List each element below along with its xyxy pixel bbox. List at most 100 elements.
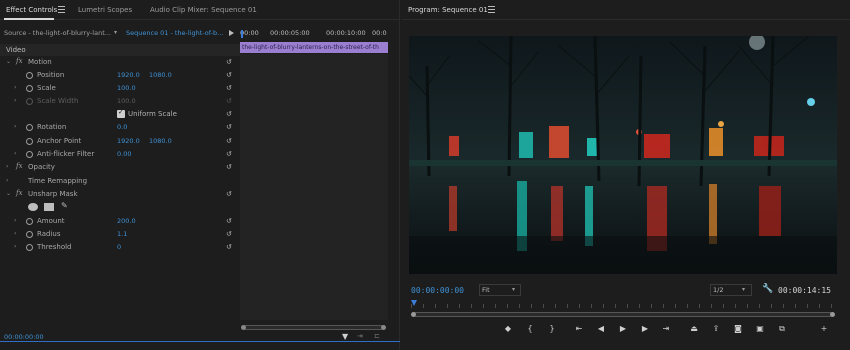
stopwatch-icon [26, 98, 33, 105]
position-y-value[interactable]: 1080.0 [149, 71, 172, 79]
tab-audio-clip-mixer[interactable]: Audio Clip Mixer: Sequence 01 [150, 6, 257, 14]
collapsed-caret-icon[interactable]: › [6, 163, 8, 170]
program-playhead[interactable] [411, 300, 417, 306]
uniform-scale-checkbox[interactable] [117, 108, 125, 118]
export-icon[interactable]: ⇥ [357, 332, 363, 340]
collapsed-caret-icon[interactable]: › [14, 230, 16, 237]
reset-icon[interactable]: ↺ [226, 137, 232, 145]
collapsed-caret-icon[interactable]: › [6, 177, 8, 184]
amount-row: › Amount 200.0 ↺ [0, 215, 240, 228]
scale-value[interactable]: 100.0 [117, 84, 136, 92]
motion-row[interactable]: ⌄ fx Motion ↺ [0, 56, 240, 69]
rotation-row: › Rotation 0.0 ↺ [0, 121, 240, 134]
opacity-row[interactable]: › fx Opacity ↺ [0, 161, 240, 174]
play-icon[interactable]: ▶ [616, 323, 630, 335]
lift-icon[interactable]: ⏏ [687, 323, 701, 335]
expanded-caret-icon[interactable]: ⌄ [6, 190, 11, 197]
clip-bar[interactable]: the-light-of-blurry-lanterns-on-the-stre… [240, 42, 388, 53]
collapsed-caret-icon[interactable]: › [14, 97, 16, 104]
fx-icon[interactable]: fx [16, 57, 23, 65]
program-current-timecode[interactable]: 00:00:00:00 [411, 286, 464, 295]
time-remapping-row[interactable]: › Time Remapping [0, 175, 240, 188]
stopwatch-icon[interactable] [26, 218, 33, 225]
program-duration: 00:00:14:15 [778, 286, 831, 295]
position-x-value[interactable]: 1920.0 [117, 71, 140, 79]
extract-icon[interactable]: ⇪ [709, 323, 723, 335]
amount-value[interactable]: 200.0 [117, 217, 136, 225]
multicam-icon[interactable]: ⧉ [775, 323, 789, 335]
add-marker-icon[interactable]: ◆ [501, 323, 515, 335]
stopwatch-icon[interactable] [26, 138, 33, 145]
toggle-audio-icon[interactable]: ⊏ [374, 332, 380, 340]
reset-icon[interactable]: ↺ [226, 71, 232, 79]
mark-out-icon[interactable]: } [545, 323, 559, 335]
uniform-scale-row: Uniform Scale ↺ [0, 108, 240, 121]
reset-icon[interactable]: ↺ [226, 58, 232, 66]
ec-timeline-ruler[interactable]: 00:00 00:00:05:00 00:00:10:00 00:0 [240, 28, 390, 42]
stopwatch-icon[interactable] [26, 231, 33, 238]
go-to-in-icon[interactable]: ⇤ [572, 323, 586, 335]
reset-icon[interactable]: ↺ [226, 150, 232, 158]
panel-menu-icon[interactable] [58, 6, 65, 13]
source-dropdown-icon[interactable]: ▾ [114, 29, 117, 36]
radius-value[interactable]: 1.1 [117, 230, 127, 238]
stopwatch-icon[interactable] [26, 85, 33, 92]
go-to-out-icon[interactable]: ⇥ [659, 323, 673, 335]
tab-lumetri-scopes[interactable]: Lumetri Scopes [78, 6, 132, 14]
rotation-value[interactable]: 0.0 [117, 123, 127, 131]
unsharp-mask-label: Unsharp Mask [28, 190, 78, 198]
reset-icon[interactable]: ↺ [226, 163, 232, 171]
tab-effect-controls[interactable]: Effect Controls [6, 6, 57, 14]
reset-icon[interactable]: ↺ [226, 123, 232, 131]
pen-mask-icon[interactable]: ✎ [61, 201, 68, 210]
ellipse-mask-icon[interactable] [28, 203, 38, 211]
filter-icon[interactable]: ▼ [342, 332, 348, 341]
collapsed-caret-icon[interactable]: › [14, 217, 16, 224]
add-button-icon[interactable]: + [817, 323, 831, 335]
fx-icon[interactable]: fx [16, 162, 23, 170]
anti-flicker-row: › Anti-flicker Filter 0.00 ↺ [0, 148, 240, 161]
collapsed-caret-icon[interactable]: › [14, 123, 16, 130]
anchor-y-value[interactable]: 1080.0 [149, 137, 172, 145]
stopwatch-icon[interactable] [26, 72, 33, 79]
reset-icon[interactable]: ↺ [226, 217, 232, 225]
collapsed-caret-icon[interactable]: › [14, 84, 16, 91]
mark-in-icon[interactable]: { [523, 323, 537, 335]
sequence-clip-label[interactable]: Sequence 01 - the-light-of-b... [126, 29, 223, 37]
play-only-icon[interactable] [229, 30, 234, 36]
collapsed-caret-icon[interactable]: › [14, 243, 16, 250]
source-clip-label[interactable]: Source - the-light-of-blurry-lant... [4, 29, 111, 37]
stopwatch-icon[interactable] [26, 124, 33, 131]
ruler-label: 00:0 [372, 29, 387, 37]
expanded-caret-icon[interactable]: ⌄ [6, 58, 11, 65]
reset-icon[interactable]: ↺ [226, 84, 232, 92]
stopwatch-icon[interactable] [26, 244, 33, 251]
ec-playhead[interactable] [241, 30, 243, 38]
camera-icon[interactable]: ◙ [731, 323, 745, 335]
anchor-x-value[interactable]: 1920.0 [117, 137, 140, 145]
wrench-icon[interactable]: 🔧 [762, 284, 773, 294]
stopwatch-icon[interactable] [26, 151, 33, 158]
program-video-frame[interactable] [409, 36, 837, 274]
ec-current-time[interactable]: 00:00:00:00 [4, 333, 44, 341]
unsharp-mask-row[interactable]: ⌄ fx Unsharp Mask ↺ [0, 188, 240, 201]
anti-flicker-value[interactable]: 0.00 [117, 150, 131, 158]
fx-icon[interactable]: fx [16, 189, 23, 197]
threshold-value[interactable]: 0 [117, 243, 121, 251]
anchor-point-label: Anchor Point [37, 137, 82, 145]
reset-icon[interactable]: ↺ [226, 243, 232, 251]
program-zoom-scrollbar[interactable] [411, 312, 835, 317]
step-forward-icon[interactable]: ▶ [638, 323, 652, 335]
reset-icon[interactable]: ↺ [226, 230, 232, 238]
ec-timeline-area[interactable] [240, 54, 388, 320]
program-time-ruler[interactable] [411, 300, 835, 308]
panel-menu-icon[interactable] [488, 6, 495, 13]
reset-icon[interactable]: ↺ [226, 190, 232, 198]
reset-icon[interactable]: ↺ [226, 110, 232, 118]
comparison-view-icon[interactable]: ▣ [753, 323, 767, 335]
ec-timeline-scrollbar[interactable] [241, 325, 386, 330]
collapsed-caret-icon[interactable]: › [14, 150, 16, 157]
rectangle-mask-icon[interactable] [44, 203, 54, 211]
step-back-icon[interactable]: ◀ [594, 323, 608, 335]
tab-program[interactable]: Program: Sequence 01 [408, 6, 488, 14]
